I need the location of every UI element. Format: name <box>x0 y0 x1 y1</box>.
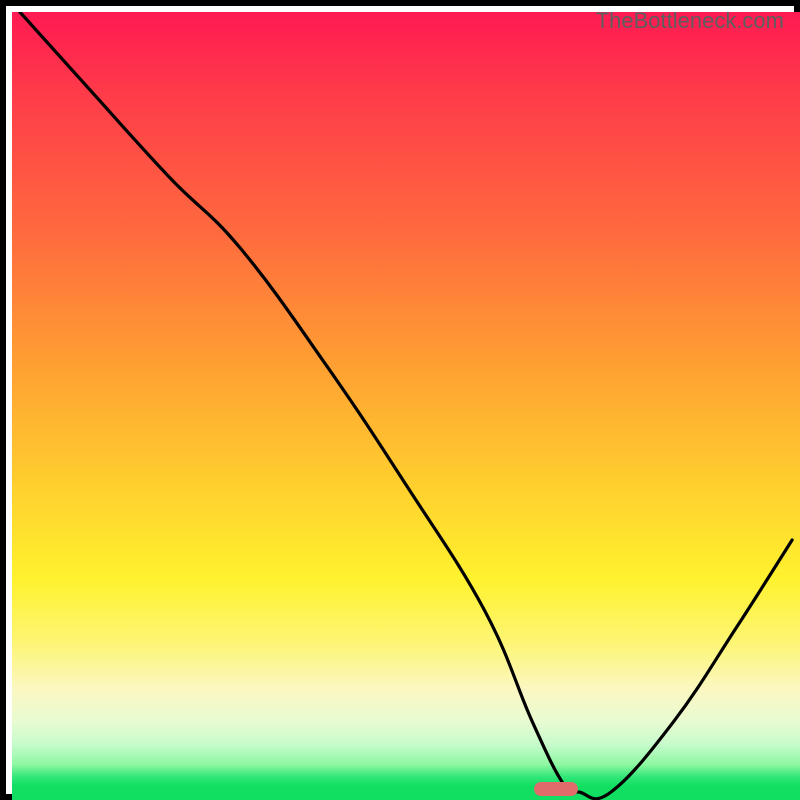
chart-plot-area <box>12 12 800 800</box>
optimum-marker <box>534 782 578 796</box>
heat-gradient <box>12 12 800 800</box>
chart-frame: TheBottleneck.com <box>0 0 800 800</box>
watermark-text: TheBottleneck.com <box>596 8 784 34</box>
